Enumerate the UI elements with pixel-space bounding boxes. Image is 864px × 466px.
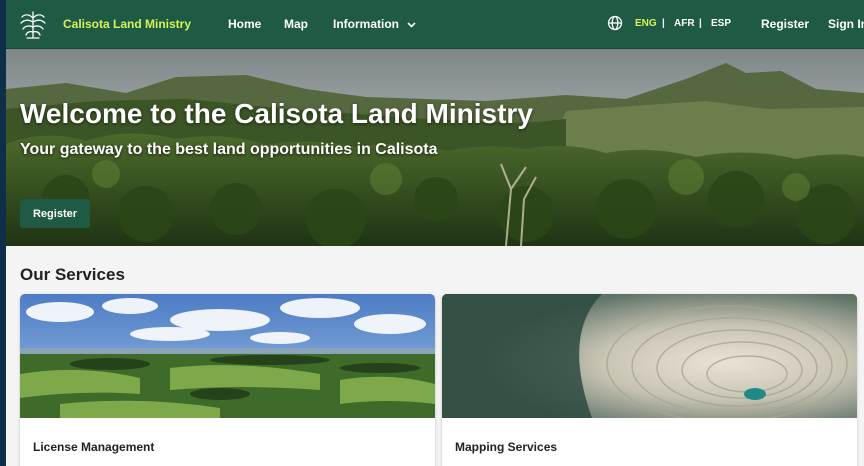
- services-heading: Our Services: [20, 265, 125, 284]
- lang-esp-option[interactable]: ESP: [711, 18, 731, 29]
- app-frame: Calisota Land Ministry Home Map Informat…: [6, 0, 864, 466]
- tree-logo-icon[interactable]: [17, 8, 49, 40]
- lang-separator: |: [662, 18, 665, 29]
- nav-home-link[interactable]: Home: [228, 17, 261, 31]
- hero-title: Welcome to the Calisota Land Ministry: [20, 98, 533, 129]
- nav-information-menu[interactable]: Information: [333, 17, 416, 31]
- lang-afr-option[interactable]: AFR: [674, 18, 695, 29]
- nav-register-link[interactable]: Register: [761, 17, 809, 31]
- service-card-title: License Management: [33, 440, 155, 454]
- service-card-license[interactable]: License Management: [20, 294, 435, 466]
- globe-icon: [607, 15, 623, 31]
- service-card-title: Mapping Services: [455, 440, 558, 454]
- brand-name[interactable]: Calisota Land Ministry: [63, 17, 191, 31]
- nav-sign-in-link[interactable]: Sign In: [828, 17, 864, 31]
- countryside-image: [20, 294, 435, 418]
- chevron-down-icon: [407, 22, 416, 28]
- lang-separator: |: [699, 18, 702, 29]
- lang-eng-option[interactable]: ENG: [635, 18, 657, 29]
- top-nav: Calisota Land Ministry Home Map Informat…: [6, 0, 864, 49]
- nav-information-label: Information: [333, 17, 399, 31]
- hero-banner: Welcome to the Calisota Land Ministry Yo…: [6, 49, 864, 246]
- hero-register-button[interactable]: Register: [20, 199, 90, 228]
- nav-map-link[interactable]: Map: [284, 17, 308, 31]
- hero-subtitle: Your gateway to the best land opportunit…: [20, 141, 438, 158]
- aerial-quarry-image: [442, 294, 857, 418]
- service-card-mapping[interactable]: Mapping Services: [442, 294, 857, 466]
